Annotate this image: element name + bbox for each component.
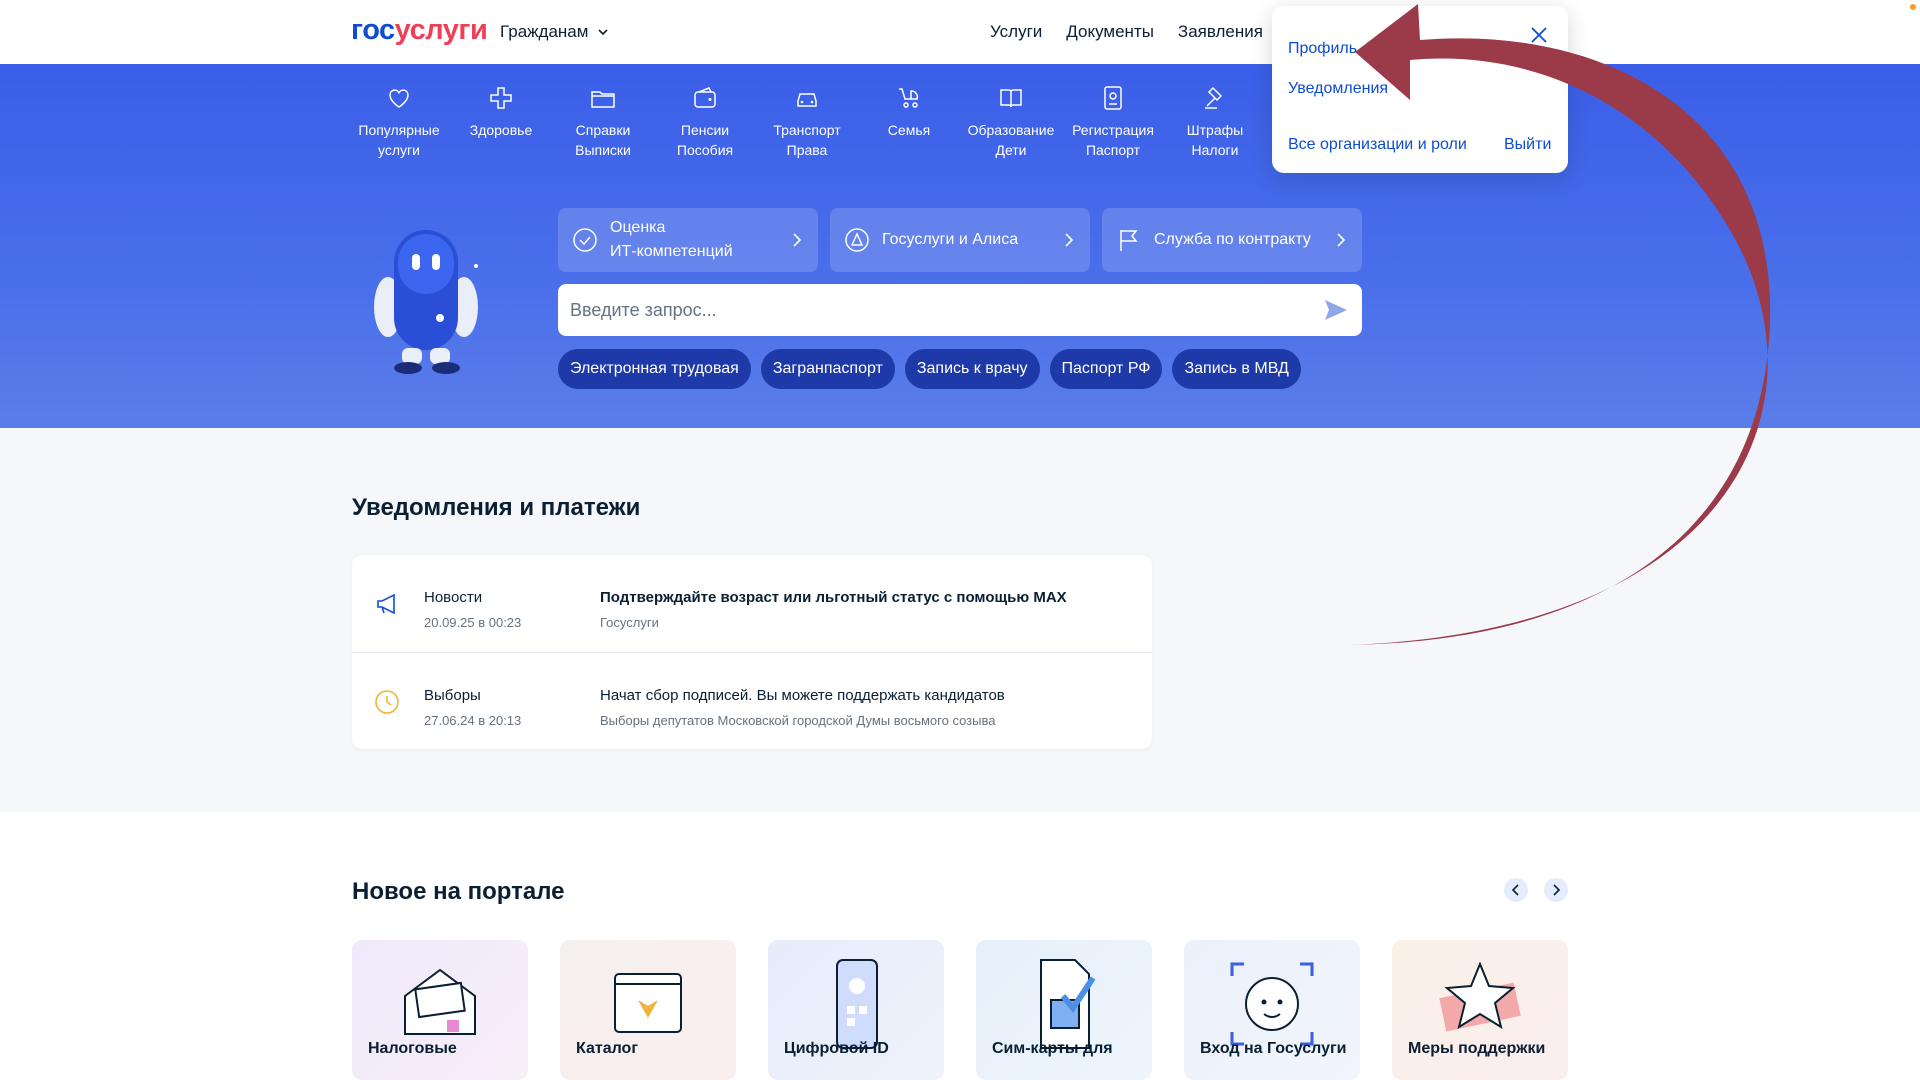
tile-support-measures[interactable]: Меры поддержки [1392, 940, 1568, 1080]
nav-documents[interactable]: Документы [1066, 22, 1154, 42]
category-pensions[interactable]: Пенсии Пособия [654, 84, 756, 160]
profile-dropdown: Профиль Уведомления Все организации и ро… [1272, 6, 1568, 173]
megaphone-icon [377, 593, 395, 615]
new-on-portal-heading: Новое на портале [352, 878, 565, 905]
promo-alice[interactable]: Госуслуги и Алиса [830, 208, 1090, 272]
search-box [558, 284, 1362, 336]
book-icon [1000, 89, 1022, 108]
flag-icon [1120, 230, 1138, 251]
menu-item-profile[interactable]: Профиль [1288, 40, 1357, 58]
cross-icon [490, 87, 512, 109]
notifications-section: Уведомления и платежи Новости 20.09.25 в… [0, 428, 1920, 812]
new-on-portal-carousel: Налоговые Каталог Цифровой ID Сим-карты … [352, 940, 1568, 1080]
carousel-next-button[interactable] [1544, 878, 1568, 902]
heart-icon [389, 89, 409, 108]
tile-sim-cards[interactable]: Сим-карты для [976, 940, 1152, 1080]
nav-applications[interactable]: Заявления [1178, 22, 1263, 42]
chevron-right-icon [1337, 233, 1346, 247]
logout-button[interactable]: Выйти [1504, 136, 1551, 154]
notifications-list: Новости 20.09.25 в 00:23 Подтверждайте в… [352, 555, 1152, 749]
chip-passport-rf[interactable]: Паспорт РФ [1049, 349, 1163, 389]
notifications-heading: Уведомления и платежи [352, 494, 641, 521]
category-fines[interactable]: Штрафы Налоги [1164, 84, 1266, 160]
gavel-icon [1205, 86, 1223, 109]
carousel-prev-button[interactable] [1504, 878, 1528, 902]
tile-login-gosuslugi[interactable]: Вход на Госуслуги [1184, 940, 1360, 1080]
folder-icon [591, 91, 615, 108]
chevron-left-icon [1512, 884, 1519, 896]
phone-qr-icon [836, 959, 878, 1049]
alice-icon [845, 228, 869, 252]
hero-section: Популярные услуги Здоровье Справки Выписки… [0, 64, 1920, 428]
chevron-right-icon [1065, 233, 1074, 247]
emblem-browser-icon [614, 973, 682, 1033]
robot-mascot-image [374, 230, 478, 374]
clock-icon [375, 690, 399, 714]
category-family[interactable]: Семья [858, 84, 960, 160]
status-dot [1910, 4, 1916, 10]
audience-selector[interactable]: Гражданам [500, 22, 609, 42]
menu-item-all-orgs[interactable]: Все организации и роли [1288, 136, 1467, 154]
list-item[interactable]: Новости 20.09.25 в 00:23 Подтверждайте в… [352, 555, 1152, 652]
category-health[interactable]: Здоровье [450, 84, 552, 160]
chevron-right-icon [793, 233, 802, 247]
promo-contract-service[interactable]: Служба по контракту [1102, 208, 1362, 272]
menu-item-notifications[interactable]: Уведомления [1288, 80, 1388, 98]
chip-doctor-appointment[interactable]: Запись к врачу [904, 349, 1040, 389]
category-education[interactable]: Образование Дети [960, 84, 1062, 160]
wallet-icon [694, 87, 716, 108]
category-bar: Популярные услуги Здоровье Справки Выписки… [348, 84, 1266, 160]
tile-tax[interactable]: Налоговые [352, 940, 528, 1080]
send-icon[interactable] [1322, 296, 1350, 324]
promo-it-assessment[interactable]: Оценка ИТ-компетенций [558, 208, 818, 272]
new-on-portal-section: Новое на портале Налоговые Каталог Цифро… [0, 812, 1920, 1080]
check-circle-icon [573, 228, 597, 252]
category-certificates[interactable]: Справки Выписки [552, 84, 654, 160]
quick-chips: Электронная трудовая Загранпаспорт Запис… [558, 349, 1301, 389]
chip-foreign-passport[interactable]: Загранпаспорт [760, 349, 895, 389]
car-icon [797, 93, 817, 107]
tile-digital-id[interactable]: Цифровой ID [768, 940, 944, 1080]
category-registration[interactable]: Регистрация Паспорт [1062, 84, 1164, 160]
chip-mvd-appointment[interactable]: Запись в МВД [1172, 349, 1301, 389]
nav-services[interactable]: Услуги [990, 22, 1042, 42]
sim-card-icon [1040, 959, 1096, 1049]
audience-label: Гражданам [500, 22, 589, 41]
top-navigation: Услуги Документы Заявления [990, 22, 1263, 42]
chip-electronic-workbook[interactable]: Электронная трудовая [558, 349, 751, 389]
category-transport[interactable]: Транспорт Права [756, 84, 858, 160]
face-scan-icon [1230, 962, 1314, 1046]
tile-catalog[interactable]: Каталог [560, 940, 736, 1080]
stroller-icon [899, 88, 919, 108]
list-item[interactable]: Выборы 27.06.24 в 20:13 Начат сбор подпи… [352, 652, 1152, 749]
header: госуслуги Гражданам Услуги Документы Зая… [0, 0, 1920, 64]
search-input[interactable] [570, 284, 1290, 336]
close-icon[interactable] [1528, 24, 1550, 46]
envelope-illustration-icon [404, 968, 476, 1035]
passport-icon [1104, 86, 1122, 110]
gosuslugi-logo[interactable]: госуслуги [351, 14, 488, 47]
chevron-down-icon [598, 29, 609, 35]
star-illustration-icon [1439, 961, 1521, 1032]
category-popular[interactable]: Популярные услуги [348, 84, 450, 160]
chevron-right-icon [1553, 884, 1560, 896]
